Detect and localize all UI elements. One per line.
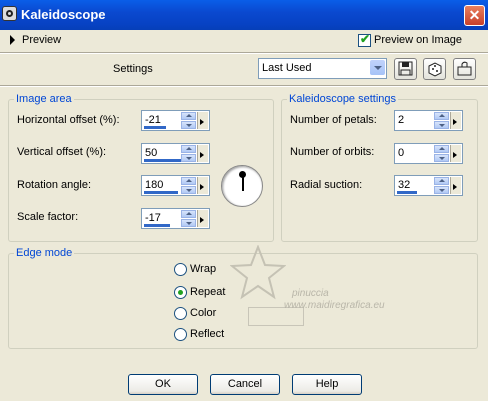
dial-knob bbox=[239, 171, 246, 178]
rotation-dial[interactable] bbox=[221, 165, 263, 207]
floppy-disk-icon bbox=[398, 61, 413, 76]
save-preset-button[interactable] bbox=[394, 58, 417, 80]
spin-down-icon[interactable] bbox=[181, 154, 196, 162]
spin-up-icon[interactable] bbox=[181, 210, 196, 218]
spin-up-icon[interactable] bbox=[181, 177, 196, 185]
scale-factor-label: Scale factor: bbox=[17, 211, 79, 223]
orbits-value[interactable]: 0 bbox=[398, 147, 404, 159]
dice-icon bbox=[428, 62, 442, 77]
spin-down-icon[interactable] bbox=[434, 186, 449, 194]
spin-down-icon[interactable] bbox=[181, 186, 196, 194]
petals-spinner[interactable]: 2 bbox=[394, 110, 463, 131]
spin-menu-arrow-icon[interactable] bbox=[450, 145, 461, 162]
vertical-offset-spinner[interactable]: 50 bbox=[141, 143, 210, 164]
horizontal-offset-bar bbox=[144, 126, 166, 129]
spin-menu-arrow-icon[interactable] bbox=[197, 210, 208, 227]
edge-mode-color-label[interactable]: Color bbox=[190, 307, 216, 319]
randomize-button[interactable] bbox=[423, 58, 446, 80]
checkmark-icon: ✔ bbox=[360, 32, 371, 46]
title-bar: Kaleidoscope ✕ bbox=[0, 0, 488, 30]
radial-suction-label: Radial suction: bbox=[290, 179, 363, 191]
window-title: Kaleidoscope bbox=[21, 7, 106, 22]
reset-button[interactable] bbox=[453, 58, 476, 80]
ok-button[interactable]: OK bbox=[128, 374, 198, 395]
app-icon bbox=[2, 6, 17, 21]
petals-label: Number of petals: bbox=[290, 114, 377, 126]
spin-up-icon[interactable] bbox=[434, 177, 449, 185]
cancel-button[interactable]: Cancel bbox=[210, 374, 280, 395]
spin-down-icon[interactable] bbox=[434, 121, 449, 129]
rotation-angle-bar bbox=[144, 191, 178, 194]
vertical-offset-bar bbox=[144, 159, 182, 162]
scale-factor-spinner[interactable]: -17 bbox=[141, 208, 210, 229]
edge-mode-repeat-radio[interactable] bbox=[174, 286, 187, 299]
vertical-offset-value[interactable]: 50 bbox=[145, 147, 157, 159]
radial-suction-value[interactable]: 32 bbox=[398, 179, 410, 191]
edge-mode-title: Edge mode bbox=[14, 247, 75, 259]
vertical-offset-label: Vertical offset (%): bbox=[17, 146, 107, 158]
star-watermark-icon bbox=[230, 245, 286, 300]
watermark-url: www.maidiregrafica.eu bbox=[284, 300, 385, 311]
edge-mode-wrap-label[interactable]: Wrap bbox=[190, 263, 216, 275]
settings-label: Settings bbox=[113, 63, 153, 75]
spin-up-icon[interactable] bbox=[434, 145, 449, 153]
spin-down-icon[interactable] bbox=[434, 154, 449, 162]
spin-menu-arrow-icon[interactable] bbox=[450, 177, 461, 194]
spin-up-icon[interactable] bbox=[434, 112, 449, 120]
preview-expand-arrow-icon[interactable] bbox=[10, 35, 15, 45]
horizontal-offset-spinner[interactable]: -21 bbox=[141, 110, 210, 131]
edge-mode-reflect-label[interactable]: Reflect bbox=[190, 328, 224, 340]
watermark-text: pinuccia bbox=[292, 288, 329, 299]
petals-value[interactable]: 2 bbox=[398, 114, 404, 126]
radial-suction-spinner[interactable]: 32 bbox=[394, 175, 463, 196]
preset-value: Last Used bbox=[262, 62, 312, 74]
horizontal-offset-label: Horizontal offset (%): bbox=[17, 114, 120, 126]
help-button[interactable]: Help bbox=[292, 374, 362, 395]
spin-up-icon[interactable] bbox=[181, 112, 196, 120]
scale-factor-bar bbox=[144, 224, 170, 227]
spin-down-icon[interactable] bbox=[181, 121, 196, 129]
close-icon: ✕ bbox=[468, 7, 481, 23]
spin-menu-arrow-icon[interactable] bbox=[197, 177, 208, 194]
edge-mode-reflect-radio[interactable] bbox=[174, 328, 187, 341]
edge-mode-wrap-radio[interactable] bbox=[174, 263, 187, 276]
edge-mode-repeat-label[interactable]: Repeat bbox=[190, 286, 225, 298]
spin-menu-arrow-icon[interactable] bbox=[197, 145, 208, 162]
scale-factor-value[interactable]: -17 bbox=[145, 212, 161, 224]
kaleidoscope-settings-title: Kaleidoscope settings bbox=[287, 93, 399, 105]
orbits-label: Number of orbits: bbox=[290, 146, 375, 158]
preset-dropdown[interactable]: Last Used bbox=[258, 58, 387, 79]
horizontal-offset-value[interactable]: -21 bbox=[145, 114, 161, 126]
spin-up-icon[interactable] bbox=[181, 145, 196, 153]
close-button[interactable]: ✕ bbox=[464, 5, 485, 26]
preview-on-image-label: Preview on Image bbox=[374, 34, 463, 46]
edge-mode-color-radio[interactable] bbox=[174, 307, 187, 320]
spin-menu-arrow-icon[interactable] bbox=[450, 112, 461, 129]
radial-suction-bar bbox=[397, 191, 417, 194]
rotation-angle-value[interactable]: 180 bbox=[145, 179, 163, 191]
preview-label[interactable]: Preview bbox=[22, 34, 61, 46]
spin-menu-arrow-icon[interactable] bbox=[197, 112, 208, 129]
preview-on-image-checkbox[interactable]: ✔ bbox=[358, 32, 371, 47]
rotation-angle-spinner[interactable]: 180 bbox=[141, 175, 210, 196]
divider bbox=[0, 53, 488, 54]
spin-down-icon[interactable] bbox=[181, 219, 196, 227]
orbits-spinner[interactable]: 0 bbox=[394, 143, 463, 164]
rotation-angle-label: Rotation angle: bbox=[17, 179, 91, 191]
reset-icon bbox=[457, 61, 472, 76]
chevron-down-icon[interactable] bbox=[370, 60, 385, 75]
divider bbox=[0, 86, 488, 87]
image-area-title: Image area bbox=[14, 93, 74, 105]
